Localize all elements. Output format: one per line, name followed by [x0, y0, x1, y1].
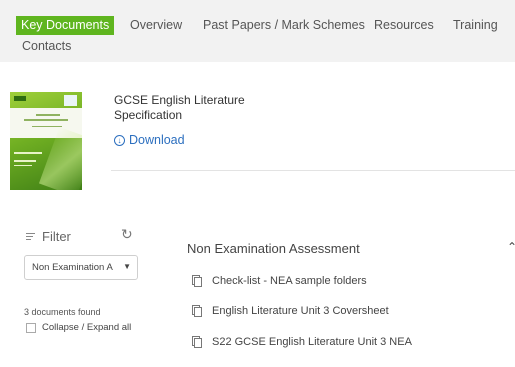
- download-label: Download: [129, 133, 185, 147]
- list-item-label: S22 GCSE English Literature Unit 3 NEA: [212, 336, 412, 348]
- collapse-checkbox[interactable]: [26, 322, 36, 333]
- tab-past-papers[interactable]: Past Papers / Mark Schemes: [203, 17, 365, 34]
- cover-text-line: [36, 114, 60, 116]
- cover-tag: [14, 96, 26, 101]
- list-item[interactable]: Check-list - NEA sample folders: [192, 275, 367, 287]
- section-title[interactable]: Non Examination Assessment: [187, 241, 360, 256]
- filter-label: Filter: [42, 229, 71, 244]
- document-icon: [192, 305, 202, 317]
- tab-resources[interactable]: Resources: [374, 17, 434, 34]
- category-select[interactable]: Non Examination A ▼: [24, 255, 138, 280]
- list-item-label: Check-list - NEA sample folders: [212, 275, 367, 287]
- refresh-icon[interactable]: ↻: [121, 226, 133, 243]
- filter-icon: [26, 233, 35, 240]
- cover-text-line: [24, 119, 68, 121]
- chevron-down-icon: ▼: [123, 262, 131, 271]
- tab-contacts[interactable]: Contacts: [22, 38, 71, 55]
- document-title: GCSE English Literature Specification: [114, 93, 245, 122]
- cover-text-line: [14, 160, 36, 162]
- filter-header: Filter: [26, 229, 71, 244]
- specification-cover-thumbnail[interactable]: [10, 92, 82, 190]
- cover-text-line: [32, 126, 62, 127]
- top-navigation: Key Documents Overview Past Papers / Mar…: [0, 0, 515, 62]
- documents-found-count: 3 documents found: [24, 307, 101, 317]
- download-link[interactable]: ↓ Download: [114, 133, 185, 147]
- document-icon: [192, 275, 202, 287]
- divider: [111, 170, 515, 171]
- category-select-value: Non Examination A: [32, 262, 113, 273]
- list-item-label: English Literature Unit 3 Coversheet: [212, 305, 389, 317]
- cover-text-line: [14, 152, 42, 154]
- tab-overview[interactable]: Overview: [130, 17, 182, 34]
- chevron-up-icon[interactable]: ⌃: [507, 240, 515, 254]
- collapse-label: Collapse / Expand all: [42, 322, 132, 333]
- list-item[interactable]: English Literature Unit 3 Coversheet: [192, 305, 389, 317]
- cover-logo: [64, 95, 77, 106]
- download-icon: ↓: [114, 134, 125, 146]
- tab-key-documents[interactable]: Key Documents: [16, 16, 115, 35]
- collapse-expand-toggle[interactable]: Collapse / Expand all: [26, 322, 131, 333]
- document-icon: [192, 336, 202, 348]
- list-item[interactable]: S22 GCSE English Literature Unit 3 NEA: [192, 336, 412, 348]
- tab-training[interactable]: Training: [453, 17, 498, 34]
- cover-text-line: [14, 165, 32, 166]
